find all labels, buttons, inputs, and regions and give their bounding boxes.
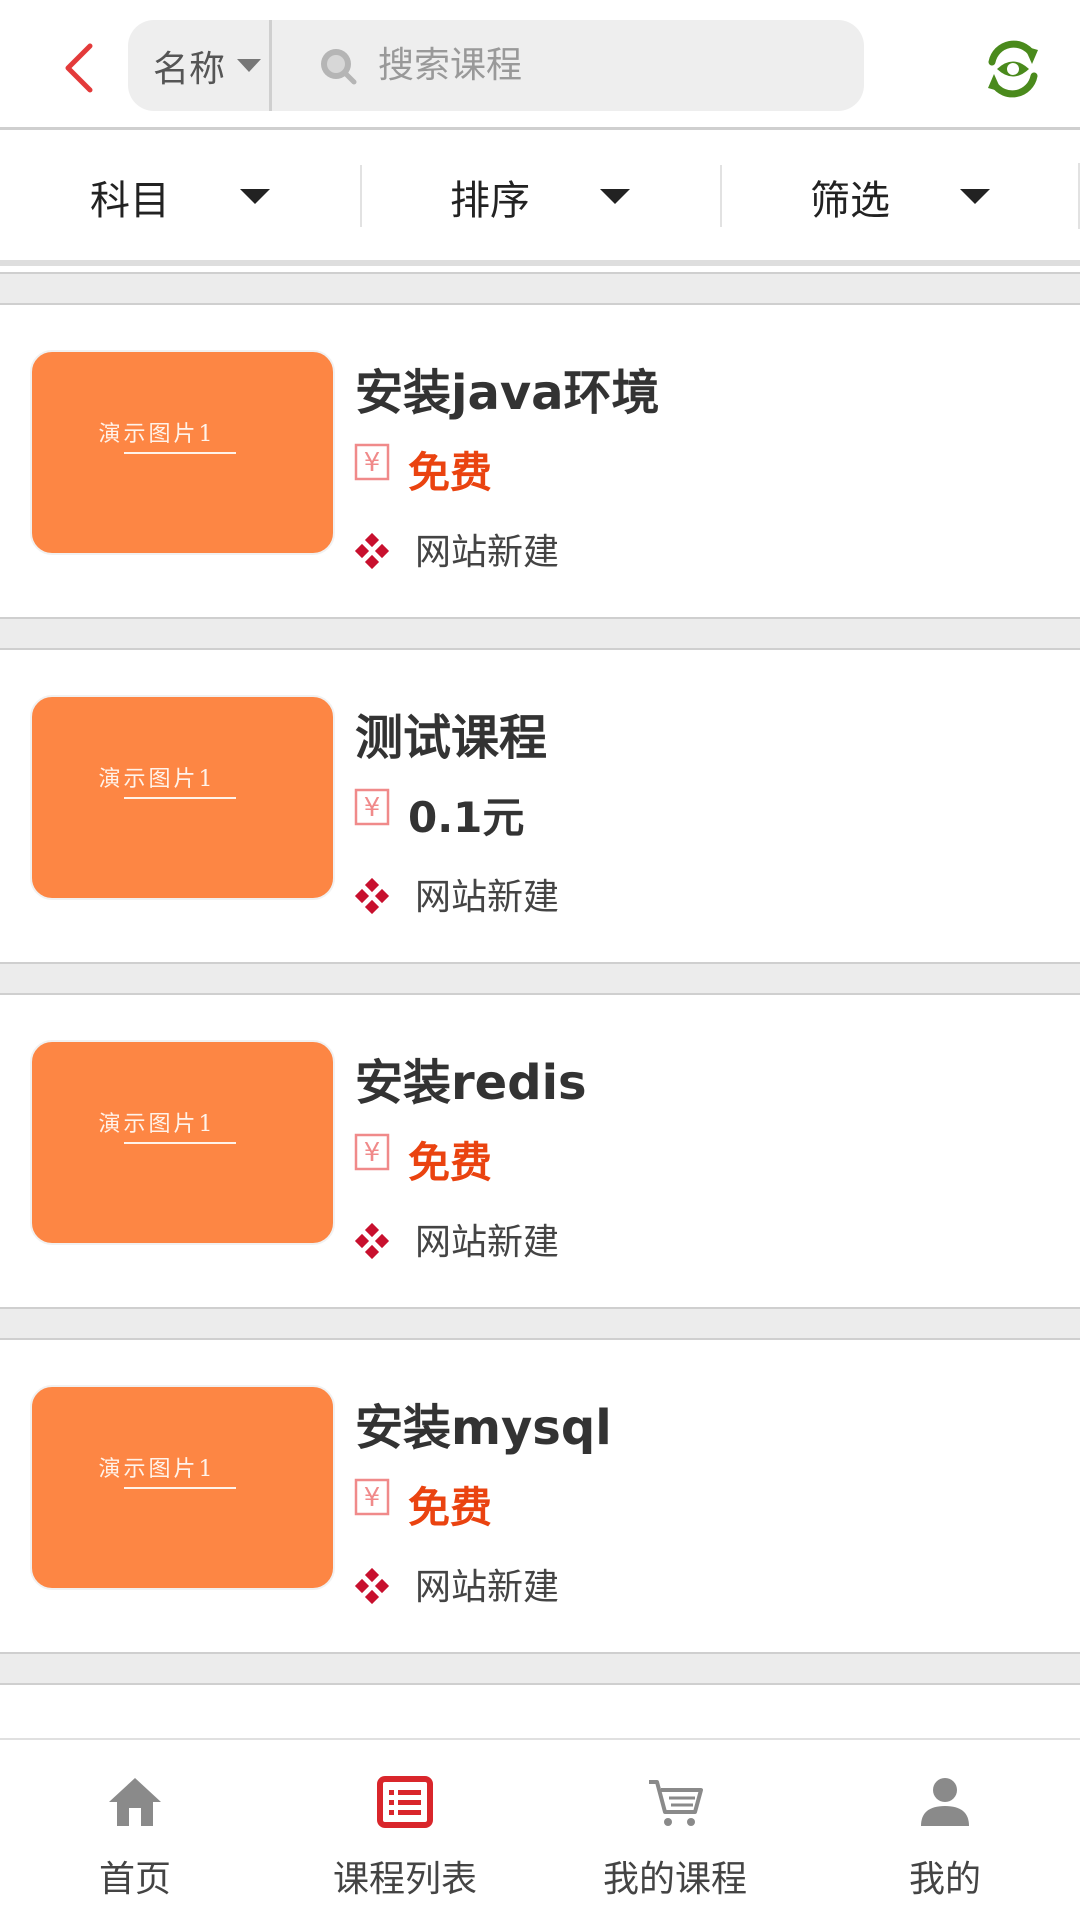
list-divider	[0, 617, 1080, 650]
course-title: 安装java环境	[355, 365, 660, 421]
caret-down-icon	[960, 189, 990, 204]
list-icon	[377, 1776, 433, 1828]
bottom-tab-bar: 首页 课程列表 我的课程 我的	[0, 1738, 1080, 1920]
org-diamond-icon	[354, 1568, 390, 1604]
thumbnail-caption: 演示图片1	[98, 1112, 216, 1137]
yuan-icon: ¥	[354, 1133, 390, 1171]
home-icon	[109, 1778, 161, 1826]
svg-text:¥: ¥	[364, 1483, 381, 1513]
thumbnail-underline	[124, 797, 236, 799]
caret-down-icon	[237, 59, 262, 72]
svg-text:¥: ¥	[364, 448, 381, 478]
thumbnail-underline	[124, 452, 236, 454]
search-bar: 名称	[128, 20, 864, 111]
course-title: 测试课程	[355, 710, 548, 766]
course-organization: 网站新建	[415, 877, 560, 918]
course-organization: 网站新建	[415, 1567, 560, 1608]
tab-me[interactable]: 我的	[810, 1740, 1080, 1920]
course-title: 安装mysql	[355, 1400, 612, 1456]
tab-home[interactable]: 首页	[0, 1740, 270, 1920]
search-scope-label: 名称	[153, 48, 226, 90]
course-title: 安装redis	[355, 1055, 587, 1111]
course-organization: 网站新建	[415, 1222, 560, 1263]
filter-subject-label: 科目	[90, 177, 170, 224]
course-card[interactable]: 演示图片1 安装redis ¥ 免费 网站新建	[0, 995, 1080, 1307]
filter-screen-label: 筛选	[810, 177, 890, 224]
user-icon	[921, 1778, 969, 1826]
thumbnail-caption: 演示图片1	[98, 422, 216, 447]
tab-course-list[interactable]: 课程列表	[270, 1740, 540, 1920]
course-price: 免费	[408, 1483, 493, 1532]
top-bar: 名称	[0, 0, 1080, 130]
filter-subject[interactable]: 科目	[0, 133, 360, 260]
thumbnail-caption: 演示图片1	[98, 767, 216, 792]
caret-down-icon	[600, 189, 630, 204]
course-price: 免费	[408, 1138, 493, 1187]
thumbnail-underline	[124, 1142, 236, 1144]
thumbnail-caption: 演示图片1	[98, 1457, 216, 1482]
tab-home-label: 首页	[98, 1859, 171, 1900]
tab-me-label: 我的	[908, 1859, 981, 1900]
filter-screen[interactable]: 筛选	[720, 133, 1080, 260]
org-diamond-icon	[354, 1223, 390, 1259]
svg-text:¥: ¥	[364, 793, 381, 823]
course-thumbnail: 演示图片1	[30, 1040, 335, 1245]
cart-icon	[649, 1780, 703, 1826]
tab-my-courses[interactable]: 我的课程	[540, 1740, 810, 1920]
filter-sort-label: 排序	[450, 177, 530, 224]
course-card[interactable]: 演示图片1 安装java环境 ¥ 免费 网站新建	[0, 305, 1080, 617]
course-price: 免费	[408, 448, 493, 497]
course-price: 0.1元	[408, 793, 525, 842]
course-card[interactable]: 演示图片1 安装mysql ¥ 免费 网站新建	[0, 1340, 1080, 1652]
course-thumbnail: 演示图片1	[30, 350, 335, 555]
yuan-icon: ¥	[354, 1478, 390, 1516]
refresh-eye-icon[interactable]	[980, 36, 1046, 102]
search-scope-select[interactable]: 名称	[128, 20, 272, 111]
filter-bar: 科目 排序 筛选	[0, 133, 1080, 266]
course-list: 演示图片1 安装java环境 ¥ 免费 网站新建 演示图片1 测试课程 ¥ 0.…	[0, 272, 1080, 1685]
caret-down-icon	[240, 189, 270, 204]
list-divider	[0, 962, 1080, 995]
course-organization: 网站新建	[415, 532, 560, 573]
org-diamond-icon	[354, 533, 390, 569]
list-divider	[0, 272, 1080, 305]
chevron-left-icon	[65, 43, 93, 93]
course-card[interactable]: 演示图片1 测试课程 ¥ 0.1元 网站新建	[0, 650, 1080, 962]
yuan-icon: ¥	[354, 788, 390, 826]
org-diamond-icon	[354, 878, 390, 914]
tab-course-list-label: 课程列表	[332, 1859, 477, 1900]
search-input[interactable]	[378, 32, 828, 98]
course-thumbnail: 演示图片1	[30, 1385, 335, 1590]
yuan-icon: ¥	[354, 443, 390, 481]
svg-text:¥: ¥	[364, 1138, 381, 1168]
filter-sort[interactable]: 排序	[360, 133, 720, 260]
thumbnail-underline	[124, 1487, 236, 1489]
search-icon	[321, 49, 357, 85]
list-divider	[0, 1307, 1080, 1340]
course-thumbnail: 演示图片1	[30, 695, 335, 900]
back-button[interactable]	[50, 38, 110, 98]
list-divider	[0, 1652, 1080, 1685]
tab-my-courses-label: 我的课程	[602, 1859, 747, 1900]
